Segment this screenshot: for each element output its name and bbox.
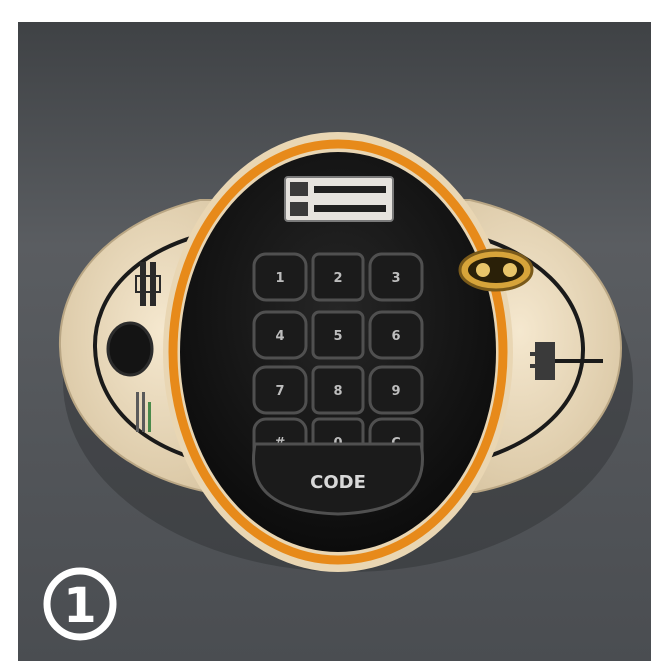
- key-6-label: 6: [391, 329, 400, 344]
- key-3-label: 3: [391, 271, 400, 286]
- key-6[interactable]: 6: [368, 310, 424, 360]
- key-9-label: 9: [391, 384, 400, 399]
- key-8[interactable]: 8: [311, 365, 365, 415]
- display-icon-bottom: [290, 202, 308, 216]
- key-1-label: 1: [275, 271, 284, 286]
- display-panel: [284, 176, 394, 222]
- keypad: 123456789#0C: [252, 252, 424, 467]
- battery-button-icon[interactable]: [106, 321, 154, 377]
- key-9[interactable]: 9: [368, 365, 424, 415]
- step-number: 1: [63, 578, 96, 634]
- key-2-label: 2: [333, 271, 342, 286]
- display-bar-bottom: [314, 205, 386, 212]
- key-5-label: 5: [333, 329, 342, 344]
- key-8-label: 8: [333, 384, 342, 399]
- display-bar-top: [314, 186, 386, 193]
- display-icon-top: [290, 182, 308, 196]
- key-7[interactable]: 7: [252, 365, 308, 415]
- key-4[interactable]: 4: [252, 310, 308, 360]
- key-1[interactable]: 1: [252, 252, 308, 302]
- key-slot-hole-left: [476, 263, 490, 277]
- key-5[interactable]: 5: [311, 310, 365, 360]
- lock-photo: 123456789#0C CODE: [18, 22, 651, 661]
- key-slot-hole-right: [503, 263, 517, 277]
- key-4-label: 4: [275, 329, 284, 344]
- key-2[interactable]: 2: [311, 252, 365, 302]
- electronic-safe-lock-illustration: 123456789#0C CODE: [18, 22, 651, 661]
- code-key-label: CODE: [310, 472, 366, 493]
- key-7-label: 7: [275, 384, 284, 399]
- screenshot-frame: 123456789#0C CODE: [0, 0, 651, 661]
- key-3[interactable]: 3: [368, 252, 424, 302]
